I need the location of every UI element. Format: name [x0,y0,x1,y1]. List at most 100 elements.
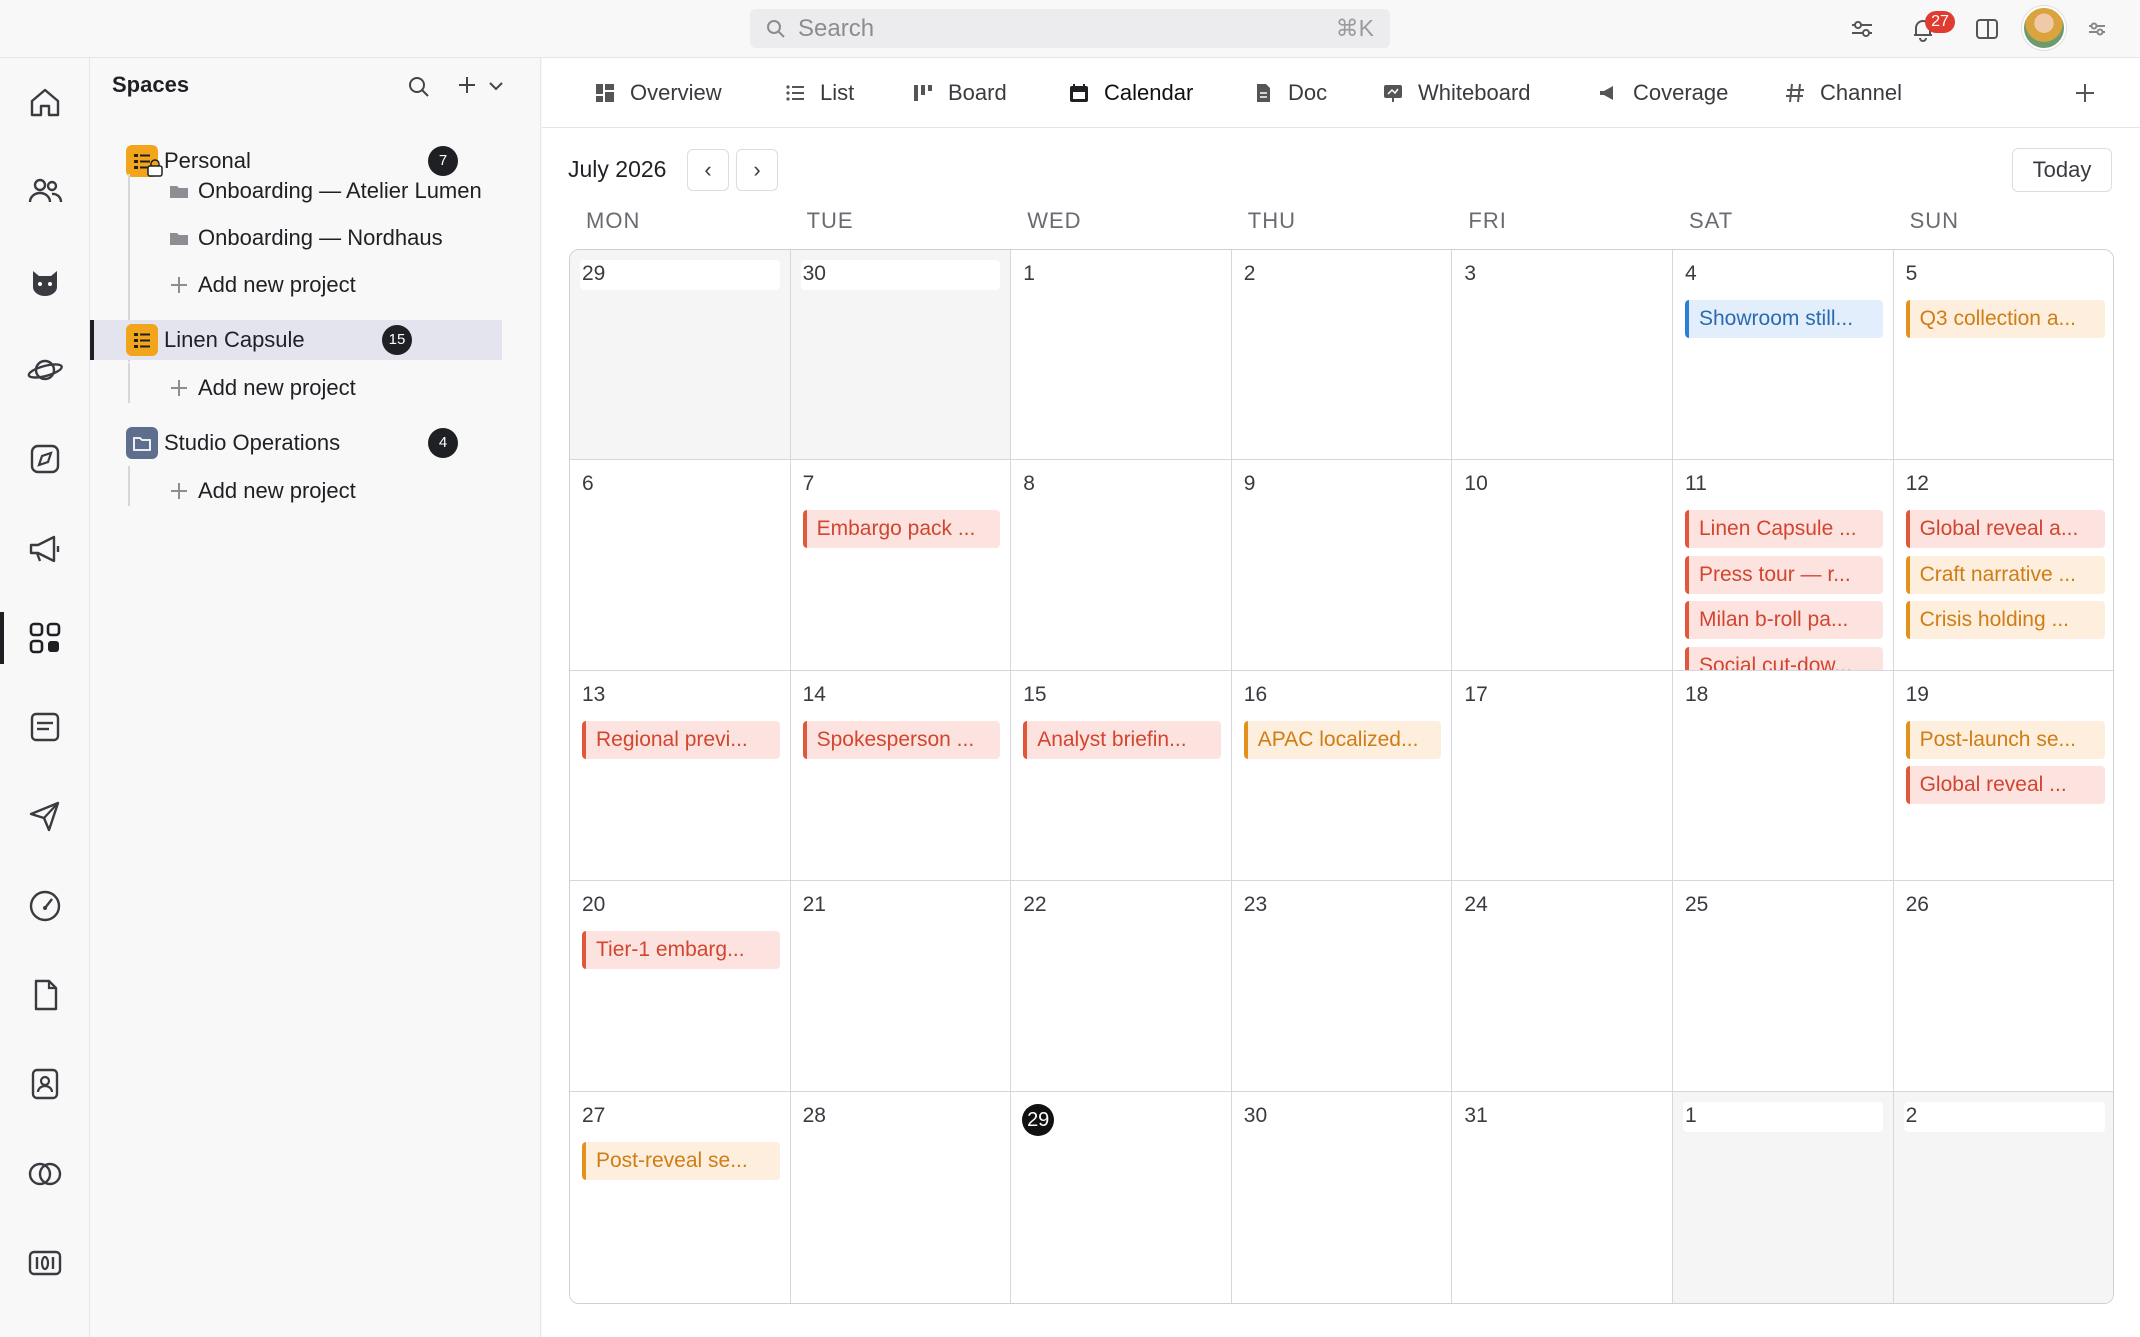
day-cell[interactable]: 21 [790,881,1012,1092]
tab-whiteboard[interactable]: Whiteboard [1382,58,1531,128]
project-label: Onboarding — Atelier Lumen [198,178,482,203]
rail-cat[interactable] [0,251,90,311]
rail-contact[interactable] [0,1054,90,1114]
day-number: 1 [1685,1103,1697,1127]
tab-overview[interactable]: Overview [594,58,722,128]
today-button[interactable]: Today [2012,148,2112,192]
day-cell[interactable]: 20 Tier-1 embarg... [570,881,791,1092]
day-cell[interactable]: 10 [1452,460,1673,671]
calendar-event[interactable]: Post-reveal se... [582,1141,780,1180]
day-cell[interactable]: 14 Spokesperson ... [790,670,1012,882]
rail-people[interactable] [0,161,90,221]
settings-sliders-icon[interactable] [2082,14,2112,44]
day-cell[interactable]: 29 [570,250,791,461]
day-cell[interactable]: 25 [1673,881,1894,1092]
day-cell[interactable]: 19 Post-launch se... Global reveal ... [1893,670,2113,882]
tab-calendar[interactable]: Calendar [1068,58,1193,128]
rail-file[interactable] [0,965,90,1025]
plus-icon[interactable] [454,72,480,98]
calendar-event[interactable]: Regional previ... [582,720,780,759]
day-cell[interactable]: 11 Linen Capsule ... Press tour — r... Mila… [1673,460,1894,671]
calendar-event[interactable]: Global reveal a... [1905,510,2106,549]
rail-gauge[interactable] [0,876,90,936]
day-cell[interactable]: 30 [1231,1091,1453,1303]
space-studio-operations[interactable]: Studio Operations 4 [90,423,500,463]
tab-list[interactable]: List [784,58,854,128]
day-cell[interactable]: 4 Showroom still... [1673,250,1894,461]
day-cell[interactable]: 15 Analyst briefin... [1011,670,1232,882]
calendar-event[interactable]: Spokesperson ... [802,720,1001,759]
add-project-button[interactable]: Add new project [90,265,540,305]
day-cell[interactable]: 30 [790,250,1012,461]
day-cell[interactable]: 31 [1452,1091,1673,1303]
add-project-button[interactable]: Add new project [90,471,540,511]
project-item[interactable]: Onboarding — Nordhaus [90,218,540,258]
avatar[interactable] [2022,6,2066,50]
chevron-down-icon[interactable] [486,76,506,96]
next-month-button[interactable]: › [736,149,778,191]
calendar-event[interactable]: Social cut-dow... [1685,646,1883,670]
day-cell[interactable]: 8 [1011,460,1232,671]
day-cell[interactable]: 27 Post-reveal se... [570,1091,791,1303]
calendar-event[interactable]: Post-launch se... [1905,720,2106,759]
day-cell[interactable]: 7 Embargo pack ... [790,460,1012,671]
prev-month-button[interactable]: ‹ [687,149,729,191]
calendar-event[interactable]: Showroom still... [1685,300,1883,338]
calendar-event[interactable]: APAC localized... [1243,720,1442,759]
add-view-icon[interactable] [2072,80,2098,106]
tab-board[interactable]: Board [912,58,1007,128]
calendar-event[interactable]: Q3 collection a... [1905,300,2106,338]
tab-label: List [820,80,855,105]
search-bar[interactable]: Search ⌘K [750,9,1390,48]
sliders-icon[interactable] [1847,14,1877,44]
day-cell[interactable]: 26 [1893,881,2113,1092]
day-cell[interactable]: 1 [1673,1091,1894,1303]
tab-coverage[interactable]: Coverage [1597,58,1728,128]
rail-send[interactable] [0,786,90,846]
day-cell[interactable]: 5 Q3 collection a... [1893,250,2113,461]
calendar-event[interactable]: Crisis holding ... [1905,601,2106,640]
calendar-event[interactable]: Global reveal ... [1905,766,2106,805]
rail-compass[interactable] [0,429,90,489]
rail-document-box[interactable] [0,697,90,757]
day-cell[interactable]: 2 [1893,1091,2113,1303]
calendar-event[interactable]: Craft narrative ... [1905,555,2106,594]
space-linen-capsule[interactable]: Linen Capsule 15 [90,320,502,360]
calendar-event[interactable]: Embargo pack ... [802,510,1001,549]
day-cell[interactable]: 28 [790,1091,1012,1303]
day-cell[interactable]: 12 Global reveal a... Craft narrative ... C… [1893,460,2113,671]
calendar-event[interactable]: Analyst briefin... [1023,720,1221,759]
calendar-event[interactable]: Tier-1 embarg... [582,931,780,970]
rail-megaphone[interactable] [0,519,90,579]
day-cell[interactable]: 2 [1231,250,1453,461]
day-cell[interactable]: 6 [570,460,791,671]
day-cell[interactable]: 16 APAC localized... [1231,670,1453,882]
search-icon[interactable] [406,74,432,100]
rail-home[interactable] [0,72,90,132]
day-cell[interactable]: 24 [1452,881,1673,1092]
rail-apps-grid[interactable] [0,608,90,668]
day-cell[interactable]: 18 [1673,670,1894,882]
day-cell[interactable]: 29 [1011,1091,1232,1303]
tab-label: Doc [1288,80,1328,105]
rail-numbers[interactable] [0,1233,90,1293]
day-number: 8 [1023,472,1035,496]
calendar-event[interactable]: Milan b-roll pa... [1685,601,1883,640]
tab-doc[interactable]: Doc [1252,58,1327,128]
split-panel-icon[interactable] [1972,14,2002,44]
day-cell[interactable]: 9 [1231,460,1453,671]
calendar-event[interactable]: Press tour — r... [1685,555,1883,594]
day-cell[interactable]: 17 [1452,670,1673,882]
rail-planet[interactable] [0,340,90,400]
add-project-button[interactable]: Add new project [90,368,540,408]
day-cell[interactable]: 22 [1011,881,1232,1092]
day-cell[interactable]: 3 [1452,250,1673,461]
tab-channel[interactable]: Channel [1784,58,1902,128]
project-label: Onboarding — Nordhaus [198,225,443,250]
calendar-event[interactable]: Linen Capsule ... [1685,510,1883,549]
rail-circles[interactable] [0,1144,90,1204]
day-cell[interactable]: 23 [1231,881,1453,1092]
day-cell[interactable]: 1 [1011,250,1232,461]
day-cell[interactable]: 13 Regional previ... [570,670,791,882]
project-item[interactable]: Onboarding — Atelier Lumen [90,171,540,211]
